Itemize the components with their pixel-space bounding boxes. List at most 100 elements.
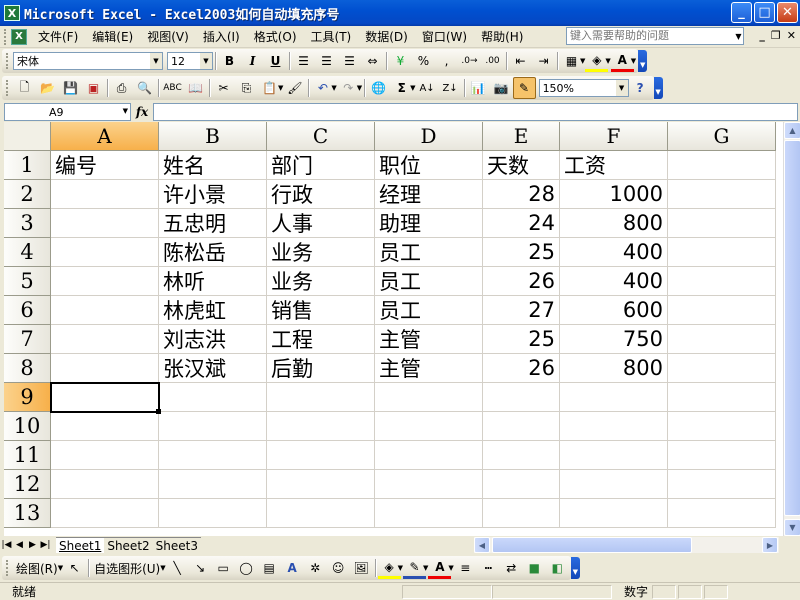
chevron-down-icon[interactable]: ▼ bbox=[123, 107, 128, 115]
menu-data[interactable]: 数据(D) bbox=[358, 27, 415, 47]
cell-c12[interactable] bbox=[267, 470, 375, 499]
open-icon[interactable]: 📂 bbox=[36, 77, 59, 99]
research-icon[interactable]: 📖 bbox=[184, 77, 207, 99]
copy-icon[interactable]: ⎘ bbox=[235, 77, 258, 99]
dash-style-icon[interactable]: ┅ bbox=[477, 557, 500, 579]
row-header-11[interactable]: 11 bbox=[4, 441, 51, 470]
cell-g10[interactable] bbox=[668, 412, 776, 441]
cell-f11[interactable] bbox=[560, 441, 668, 470]
chevron-down-icon[interactable]: ▼ bbox=[357, 84, 362, 92]
cell-g12[interactable] bbox=[668, 470, 776, 499]
zoom-select[interactable]: 150% ▼ bbox=[538, 79, 629, 97]
chart-wizard-icon[interactable]: 📊 bbox=[467, 77, 490, 99]
format-painter-icon[interactable]: 🖌 bbox=[283, 77, 306, 99]
insert-function-button[interactable]: fx bbox=[131, 105, 153, 119]
cell-f8[interactable]: 800 bbox=[560, 354, 668, 383]
align-right-icon[interactable]: ☰ bbox=[338, 50, 361, 72]
doc-minimize-button[interactable]: _ bbox=[759, 29, 765, 42]
cell-c4[interactable]: 业务 bbox=[267, 238, 375, 267]
sheet-tab-3[interactable]: Sheet3 bbox=[152, 537, 201, 553]
workbook-icon[interactable]: X bbox=[11, 28, 27, 45]
name-box[interactable]: A9 ▼ bbox=[4, 103, 131, 121]
cell-e1[interactable]: 天数 bbox=[483, 151, 560, 180]
cell-a1[interactable]: 编号 bbox=[51, 151, 159, 180]
cell-c5[interactable]: 业务 bbox=[267, 267, 375, 296]
spelling-icon[interactable]: ABC bbox=[161, 77, 184, 99]
scroll-down-icon[interactable]: ▼ bbox=[784, 519, 800, 536]
diagram-icon[interactable]: ✲ bbox=[304, 557, 327, 579]
cell-b4[interactable]: 陈松岳 bbox=[159, 238, 267, 267]
column-header-c[interactable]: C bbox=[267, 122, 375, 151]
comma-button[interactable]: , bbox=[435, 50, 458, 72]
decrease-indent-icon[interactable]: ⇤ bbox=[509, 50, 532, 72]
line-style-icon[interactable]: ≡ bbox=[454, 557, 477, 579]
toolbar-options-icon[interactable]: ▼ bbox=[638, 50, 648, 72]
cell-a2[interactable] bbox=[51, 180, 159, 209]
camera-icon[interactable]: 📷 bbox=[490, 77, 513, 99]
cell-d9[interactable] bbox=[375, 383, 483, 412]
column-header-d[interactable]: D bbox=[375, 122, 483, 151]
cell-g11[interactable] bbox=[668, 441, 776, 470]
print-icon[interactable]: ⎙ bbox=[110, 77, 133, 99]
cell-c11[interactable] bbox=[267, 441, 375, 470]
row-header-3[interactable]: 3 bbox=[4, 209, 51, 238]
doc-close-button[interactable]: ✕ bbox=[787, 29, 796, 42]
cell-f1[interactable]: 工资 bbox=[560, 151, 668, 180]
chevron-down-icon[interactable]: ▼ bbox=[150, 53, 162, 69]
first-sheet-icon[interactable]: |◀ bbox=[0, 540, 13, 550]
vertical-scrollbar[interactable]: ▲ ▼ bbox=[783, 122, 800, 536]
cell-d7[interactable]: 主管 bbox=[375, 325, 483, 354]
cell-d5[interactable]: 员工 bbox=[375, 267, 483, 296]
cell-b1[interactable]: 姓名 bbox=[159, 151, 267, 180]
cell-d4[interactable]: 员工 bbox=[375, 238, 483, 267]
cell-c7[interactable]: 工程 bbox=[267, 325, 375, 354]
menu-file[interactable]: 文件(F) bbox=[31, 27, 85, 47]
merge-center-icon[interactable]: ⇔ bbox=[361, 50, 384, 72]
increase-indent-icon[interactable]: ⇥ bbox=[532, 50, 555, 72]
rectangle-icon[interactable]: ▭ bbox=[212, 557, 235, 579]
cell-b7[interactable]: 刘志洪 bbox=[159, 325, 267, 354]
cell-e10[interactable] bbox=[483, 412, 560, 441]
maximize-button[interactable]: □ bbox=[754, 2, 775, 23]
cell-g5[interactable] bbox=[668, 267, 776, 296]
cell-b12[interactable] bbox=[159, 470, 267, 499]
column-header-b[interactable]: B bbox=[159, 122, 267, 151]
font-name-select[interactable]: 宋体 ▼ bbox=[13, 52, 163, 70]
cell-g9[interactable] bbox=[668, 383, 776, 412]
cell-a9[interactable] bbox=[50, 382, 160, 413]
cell-a5[interactable] bbox=[51, 267, 159, 296]
close-button[interactable]: ✕ bbox=[777, 2, 798, 23]
arrow-icon[interactable]: ↘ bbox=[189, 557, 212, 579]
cell-f10[interactable] bbox=[560, 412, 668, 441]
menu-help[interactable]: 帮助(H) bbox=[474, 27, 530, 47]
cell-g13[interactable] bbox=[668, 499, 776, 528]
formula-input[interactable] bbox=[153, 103, 798, 121]
select-objects-icon[interactable]: ↖ bbox=[63, 557, 86, 579]
cell-f9[interactable] bbox=[560, 383, 668, 412]
cell-a10[interactable] bbox=[51, 412, 159, 441]
fill-handle[interactable] bbox=[156, 409, 161, 414]
cell-c1[interactable]: 部门 bbox=[267, 151, 375, 180]
cell-c13[interactable] bbox=[267, 499, 375, 528]
cell-e2[interactable]: 28 bbox=[483, 180, 560, 209]
chevron-down-icon[interactable]: ▼ bbox=[615, 80, 628, 96]
cell-b10[interactable] bbox=[159, 412, 267, 441]
cell-a12[interactable] bbox=[51, 470, 159, 499]
vertical-scroll-thumb[interactable] bbox=[784, 140, 800, 516]
cell-e13[interactable] bbox=[483, 499, 560, 528]
column-header-f[interactable]: F bbox=[560, 122, 668, 151]
cell-a13[interactable] bbox=[51, 499, 159, 528]
currency-button[interactable]: ¥ bbox=[389, 50, 412, 72]
cell-g3[interactable] bbox=[668, 209, 776, 238]
row-header-1[interactable]: 1 bbox=[4, 151, 51, 180]
cell-g1[interactable] bbox=[668, 151, 776, 180]
horizontal-scroll-thumb[interactable] bbox=[492, 537, 692, 553]
bold-button[interactable]: B bbox=[218, 50, 241, 72]
row-header-10[interactable]: 10 bbox=[4, 412, 51, 441]
cell-e6[interactable]: 27 bbox=[483, 296, 560, 325]
italic-button[interactable]: I bbox=[241, 50, 264, 72]
cell-e9[interactable] bbox=[483, 383, 560, 412]
menu-tools[interactable]: 工具(T) bbox=[304, 27, 359, 47]
row-header-9[interactable]: 9 bbox=[4, 383, 51, 412]
scroll-up-icon[interactable]: ▲ bbox=[784, 122, 800, 139]
